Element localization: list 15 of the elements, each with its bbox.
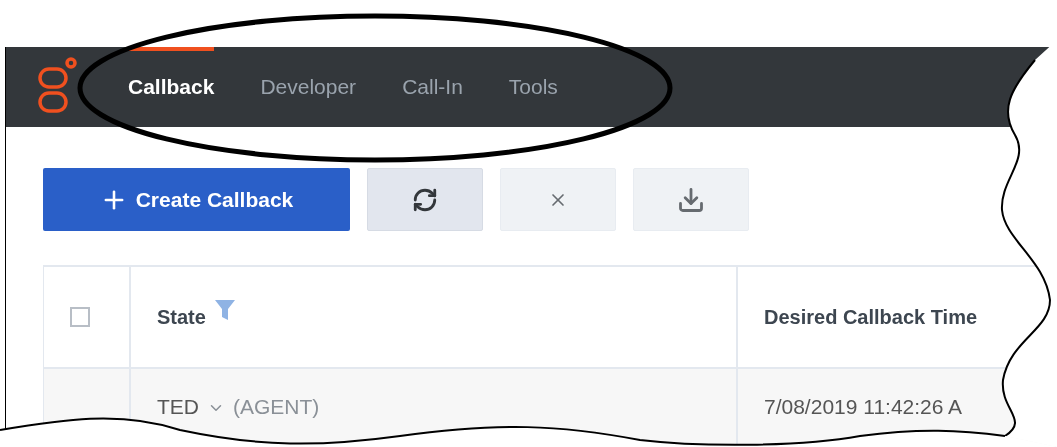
nav-tab[interactable]: Callback (128, 47, 215, 127)
column-header[interactable]: State (157, 305, 206, 329)
time-cell: 7/08/2019 11:42:26 A (764, 395, 963, 419)
create-callback-button[interactable]: Create Callback (43, 168, 350, 231)
nav-tab[interactable]: Tools (508, 47, 558, 127)
select-all-checkbox[interactable] (70, 307, 90, 327)
nav-tab[interactable]: Developer (260, 47, 357, 127)
download-icon (677, 185, 705, 214)
state-cell: TED (157, 395, 199, 419)
filter-icon[interactable] (213, 298, 236, 322)
refresh-icon (412, 186, 438, 213)
refresh-button[interactable] (367, 168, 483, 231)
assignee-cell: (AGENT) (233, 395, 320, 419)
column-header[interactable]: Desired Callback Time (764, 305, 978, 329)
nav-tab[interactable]: Call-In (402, 47, 463, 127)
